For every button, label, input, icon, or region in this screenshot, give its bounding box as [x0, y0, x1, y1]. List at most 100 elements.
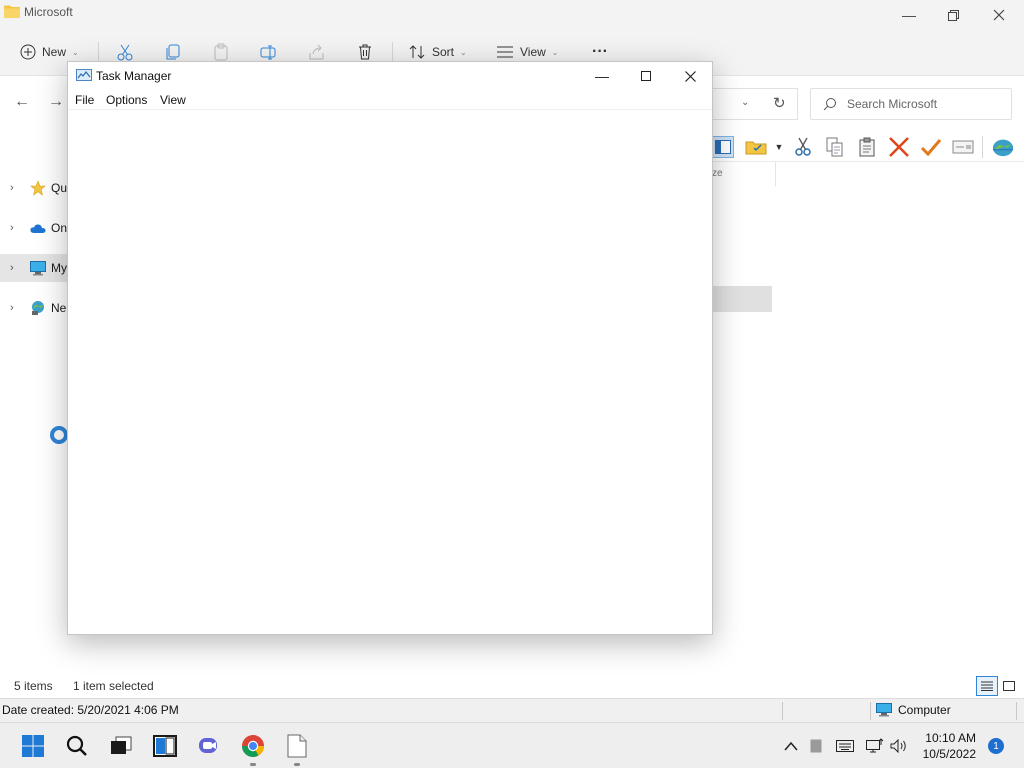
keyboard-icon[interactable] [836, 737, 854, 755]
selected-file-row[interactable] [712, 286, 772, 312]
paste-icon[interactable] [856, 136, 878, 158]
check-icon[interactable] [920, 136, 942, 158]
system-clock[interactable]: 10:10 AM 10/5/2022 [912, 730, 976, 762]
chevron-right-icon[interactable]: › [10, 222, 14, 234]
notification-badge[interactable]: 1 [988, 738, 1004, 754]
chevron-down-icon: ⌄ [551, 47, 559, 57]
nav-item-onedrive[interactable]: › On [0, 214, 70, 242]
forward-arrow-icon[interactable]: → [48, 93, 64, 111]
back-arrow-icon[interactable]: ← [14, 93, 30, 111]
legacy-toolbar: ▼ [712, 132, 1024, 162]
globe-icon[interactable] [992, 136, 1014, 158]
cloud-icon [30, 224, 46, 233]
size-column-header[interactable]: ze [712, 168, 723, 179]
search-icon [823, 98, 836, 111]
tray-app-icon[interactable] [810, 737, 822, 755]
restore-icon [947, 9, 959, 21]
chevron-down-icon: ⌄ [72, 47, 79, 57]
copy-icon[interactable] [824, 136, 846, 158]
close-button[interactable] [976, 0, 1022, 30]
task-view-icon [111, 736, 132, 754]
plus-circle-icon [20, 44, 36, 60]
nav-item-network[interactable]: › Ne [0, 294, 70, 322]
file-explorer-taskbar-button[interactable] [150, 731, 180, 761]
task-manager-menubar: File Options View [68, 90, 712, 110]
close-icon [993, 9, 1005, 21]
folder-options-icon[interactable] [742, 136, 770, 158]
address-bar-tail[interactable]: ⌄ ↻ [712, 88, 798, 120]
start-button[interactable] [18, 731, 48, 761]
network-icon [32, 301, 44, 315]
share-icon [309, 44, 324, 60]
running-indicator [250, 763, 256, 766]
folder-icon [4, 5, 20, 18]
nav-item-this-pc[interactable]: › My [0, 254, 70, 282]
clipboard-icon [214, 43, 228, 61]
navigation-pane: › Qu › On › My › Ne [0, 162, 70, 662]
item-count: 5 items [14, 679, 53, 693]
more-icon: ··· [592, 43, 608, 60]
task-manager-icon [76, 69, 92, 81]
chat-icon [199, 738, 217, 753]
clock-date: 10/5/2022 [922, 747, 976, 761]
minimize-button[interactable]: — [886, 0, 932, 30]
task-manager-titlebar[interactable]: Task Manager — [68, 62, 712, 90]
preview-pane-icon[interactable] [712, 136, 734, 158]
sort-label: Sort [432, 45, 455, 59]
column-divider[interactable] [775, 162, 776, 186]
menu-file[interactable]: File [75, 93, 94, 107]
explorer-titlebar[interactable]: Microsoft — [0, 0, 1024, 30]
chevron-down-icon: ⌄ [460, 47, 467, 57]
chevron-right-icon[interactable]: › [10, 262, 14, 274]
details-view-button[interactable] [976, 676, 998, 696]
cut-icon[interactable] [792, 136, 814, 158]
menu-view[interactable]: View [160, 93, 186, 107]
refresh-icon[interactable]: ↻ [773, 94, 786, 112]
view-list-icon [497, 46, 513, 58]
maximize-icon [641, 71, 651, 81]
running-indicator [294, 763, 300, 766]
search-icon [66, 735, 87, 756]
view-label: View [520, 45, 546, 59]
chevron-right-icon[interactable]: › [10, 302, 14, 314]
volume-icon[interactable] [890, 737, 908, 755]
document-icon [287, 734, 307, 758]
address-history-chevron-icon[interactable]: ⌄ [741, 97, 749, 108]
chrome-icon [242, 735, 264, 757]
details-view-icon [981, 681, 993, 691]
star-icon [30, 180, 46, 196]
rename-icon [260, 45, 276, 60]
dropdown-arrow-icon[interactable]: ▼ [772, 136, 786, 158]
search-input[interactable]: Search Microsoft [810, 88, 1012, 120]
status-bar: 5 items 1 item selected [0, 674, 1024, 698]
menu-options[interactable]: Options [106, 93, 147, 107]
search-taskbar-button[interactable] [62, 731, 92, 761]
location-label: Computer [898, 703, 951, 717]
details-divider [1016, 702, 1017, 720]
computer-icon [30, 261, 46, 276]
notepad-taskbar-button[interactable] [282, 731, 312, 761]
chevron-right-icon[interactable]: › [10, 182, 14, 194]
windows-logo-icon [22, 735, 44, 757]
window-title: Microsoft [24, 5, 73, 19]
tm-close-button[interactable] [668, 62, 712, 90]
task-manager-content [68, 110, 712, 634]
tm-minimize-button[interactable]: — [580, 62, 624, 90]
computer-icon [876, 703, 892, 717]
maximize-button[interactable] [930, 0, 976, 30]
task-manager-window: Task Manager — File Options View [67, 61, 713, 635]
busy-cursor-icon [50, 426, 68, 444]
chevron-up-icon[interactable] [784, 737, 798, 755]
delete-x-icon[interactable] [888, 136, 910, 158]
new-label: New [42, 45, 67, 59]
properties-icon[interactable] [952, 136, 974, 158]
tm-maximize-button[interactable] [624, 62, 668, 90]
network-status-icon[interactable] [866, 737, 884, 755]
chrome-taskbar-button[interactable] [238, 731, 268, 761]
teams-chat-button[interactable] [194, 731, 224, 761]
nav-label: On [51, 221, 68, 235]
task-view-button[interactable] [106, 731, 136, 761]
clock-time: 10:10 AM [925, 731, 976, 745]
nav-item-quick-access[interactable]: › Qu [0, 174, 70, 202]
tiles-view-button[interactable] [998, 676, 1020, 696]
